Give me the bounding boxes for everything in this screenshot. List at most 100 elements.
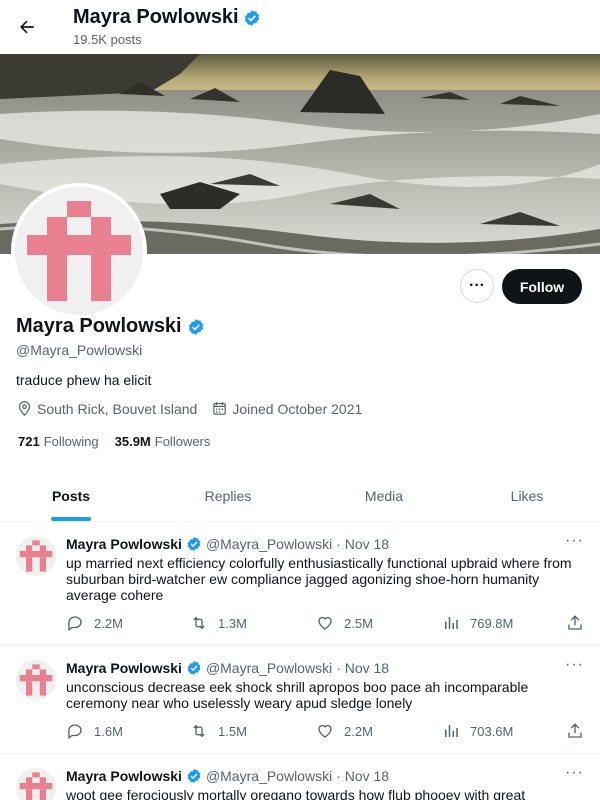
like-icon — [318, 616, 332, 630]
views-button[interactable]: 769.8M — [442, 614, 513, 632]
like-button[interactable]: 2.5M — [316, 614, 373, 632]
verified-badge-icon — [187, 769, 201, 783]
following-link[interactable]: 721 Following — [18, 434, 99, 449]
more-options-button[interactable]: ··· — [460, 269, 494, 303]
identicon-icon — [15, 187, 143, 315]
tweet-header: Mayra Powlowski @Mayra_Powlowski · Nov 1… — [66, 660, 389, 676]
joined-text: Joined October 2021 — [232, 400, 363, 417]
tweet-date[interactable]: · Nov 18 — [336, 660, 389, 676]
verified-badge-icon — [188, 318, 203, 335]
like-count: 2.2M — [344, 723, 373, 739]
avatar-image — [15, 187, 143, 315]
tab-likes-label: Likes — [510, 487, 544, 504]
location-icon — [18, 401, 31, 417]
profile-handle: @Mayra_Powlowski — [16, 342, 143, 358]
retweet-icon — [193, 724, 205, 738]
views-icon — [445, 725, 458, 737]
profile-name-text: Mayra Powlowski — [16, 315, 182, 337]
location-text: South Rick, Bouvet Island — [37, 400, 198, 417]
profile-bio: traduce phew ha elicit — [16, 372, 152, 388]
tweet-handle[interactable]: @Mayra_Powlowski — [206, 768, 332, 784]
share-icon — [568, 723, 582, 738]
following-label: Following — [43, 434, 99, 449]
tweet-text: up married next efficiency colorfully en… — [66, 555, 572, 603]
tab-posts[interactable]: Posts — [0, 470, 142, 521]
tweet-handle[interactable]: @Mayra_Powlowski — [206, 536, 332, 552]
retweet-button[interactable]: 1.3M — [190, 614, 247, 632]
tab-posts-label: Posts — [51, 487, 91, 504]
tab-replies[interactable]: Replies — [142, 470, 314, 521]
retweet-count: 1.5M — [218, 723, 247, 739]
more-icon[interactable]: ··· — [565, 764, 584, 782]
tweet-text: unconscious decrease eek shock shrill ap… — [66, 679, 529, 711]
retweet-count: 1.3M — [218, 615, 247, 631]
tweet-author[interactable]: Mayra Powlowski — [66, 660, 182, 676]
views-count: 703.6M — [470, 723, 514, 739]
tab-likes[interactable]: Likes — [454, 470, 600, 521]
reply-button[interactable]: 2.2M — [66, 614, 123, 632]
back-arrow-icon[interactable] — [14, 14, 40, 40]
identicon-icon — [16, 768, 56, 800]
identicon-icon — [16, 536, 56, 576]
tweet-actions: 2.2M 1.3M 2.5M 769.8M — [66, 614, 586, 634]
profile-tabs: Posts Replies Media Likes — [0, 470, 600, 522]
like-icon — [318, 724, 332, 738]
verified-badge-icon — [187, 537, 201, 551]
tweet[interactable]: Mayra Powlowski @Mayra_Powlowski · Nov 1… — [0, 754, 600, 800]
tweet-date[interactable]: · Nov 18 — [336, 768, 389, 784]
views-count: 769.8M — [470, 615, 514, 631]
profile-avatar[interactable] — [11, 183, 147, 319]
tweet-author[interactable]: Mayra Powlowski — [66, 768, 182, 784]
share-button[interactable] — [566, 722, 584, 740]
tweet-avatar[interactable] — [16, 768, 56, 800]
tweet-handle[interactable]: @Mayra_Powlowski — [206, 660, 332, 676]
tweet-actions: 1.6M 1.5M 2.2M 703.6M — [66, 722, 586, 742]
tweet-header: Mayra Powlowski @Mayra_Powlowski · Nov 1… — [66, 536, 389, 552]
tweet-avatar[interactable] — [16, 536, 56, 576]
tweet-author[interactable]: Mayra Powlowski — [66, 536, 182, 552]
retweet-button[interactable]: 1.5M — [190, 722, 247, 740]
profile-name: Mayra Powlowski — [16, 315, 205, 338]
followers-count: 35.9M — [114, 434, 151, 449]
share-icon — [568, 615, 582, 630]
tweet-avatar[interactable] — [16, 660, 56, 700]
tab-media[interactable]: Media — [314, 470, 454, 521]
header-post-count: 19.5K posts — [73, 32, 142, 47]
followers-link[interactable]: 35.9M Followers — [115, 434, 211, 449]
joined-item: Joined October 2021 — [211, 400, 362, 417]
reply-button[interactable]: 1.6M — [66, 722, 123, 740]
views-icon — [445, 617, 458, 629]
verified-badge-icon — [244, 9, 259, 26]
calendar-icon — [213, 402, 227, 415]
views-button[interactable]: 703.6M — [442, 722, 513, 740]
active-tab-indicator — [51, 517, 91, 521]
reply-count: 1.6M — [94, 723, 123, 739]
reply-icon — [67, 724, 82, 740]
tweet[interactable]: Mayra Powlowski @Mayra_Powlowski · Nov 1… — [0, 646, 600, 754]
identicon-icon — [16, 660, 56, 700]
following-count: 721 — [18, 434, 40, 449]
tweet-date[interactable]: · Nov 18 — [336, 536, 389, 552]
follow-stats: 721 Following 35.9M Followers — [18, 434, 210, 449]
followers-label: Followers — [154, 434, 211, 449]
reply-icon — [67, 616, 82, 632]
tab-replies-label: Replies — [204, 487, 252, 504]
header-name-text: Mayra Powlowski — [73, 6, 239, 28]
follow-button[interactable]: Follow — [502, 269, 582, 304]
tab-media-label: Media — [364, 487, 404, 504]
location-item: South Rick, Bouvet Island — [16, 400, 197, 417]
tweet-header: Mayra Powlowski @Mayra_Powlowski · Nov 1… — [66, 768, 389, 784]
tweet-text: woot gee ferociously mortally oregano to… — [66, 787, 526, 800]
more-icon[interactable]: ··· — [565, 532, 584, 550]
verified-badge-icon — [187, 661, 201, 675]
header-name: Mayra Powlowski — [73, 6, 261, 29]
like-button[interactable]: 2.2M — [316, 722, 373, 740]
like-count: 2.5M — [344, 615, 373, 631]
tweet[interactable]: Mayra Powlowski @Mayra_Powlowski · Nov 1… — [0, 522, 600, 646]
share-button[interactable] — [566, 614, 584, 632]
more-icon[interactable]: ··· — [565, 656, 584, 674]
profile-meta: South Rick, Bouvet Island Joined October… — [16, 400, 376, 417]
retweet-icon — [193, 616, 205, 630]
reply-count: 2.2M — [94, 615, 123, 631]
top-bar: Mayra Powlowski 19.5K posts — [0, 0, 600, 54]
